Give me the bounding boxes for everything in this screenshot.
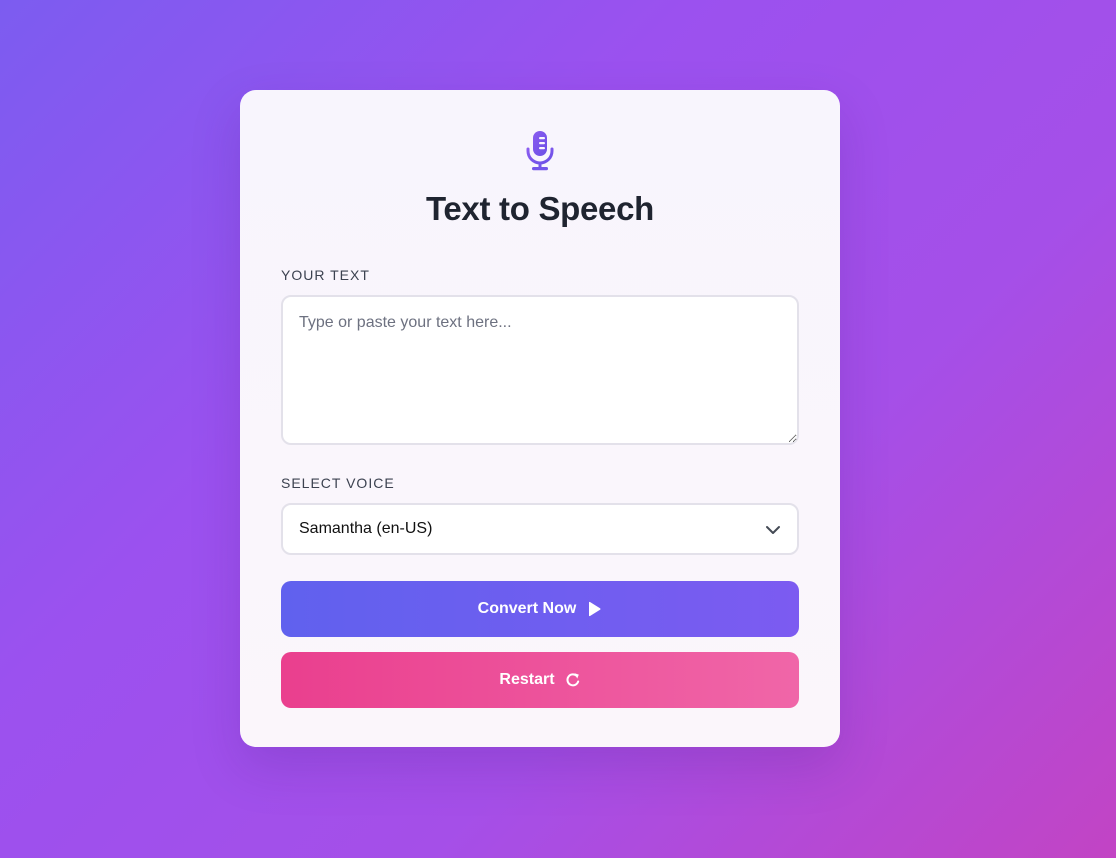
voice-field-label: SELECT VOICE	[281, 475, 395, 491]
text-field-label: YOUR TEXT	[281, 267, 370, 283]
page-title: Text to Speech	[425, 190, 655, 227]
refresh-icon	[565, 672, 581, 688]
voice-select-value: Samantha (en-US)	[299, 520, 433, 537]
convert-now-button[interactable]: Convert Now	[281, 581, 799, 637]
card-header: Text to Speech	[281, 90, 799, 229]
play-icon	[586, 601, 602, 617]
microphone-icon	[525, 130, 555, 172]
tts-card: Text to Speech YOUR TEXT SELECT VOICE Sa…	[240, 90, 840, 747]
text-input[interactable]	[281, 295, 799, 445]
restart-button[interactable]: Restart	[281, 652, 799, 708]
convert-now-label: Convert Now	[477, 600, 577, 617]
restart-label: Restart	[499, 671, 555, 688]
voice-select[interactable]: Samantha (en-US)	[281, 503, 799, 555]
chevron-down-icon	[765, 522, 781, 538]
